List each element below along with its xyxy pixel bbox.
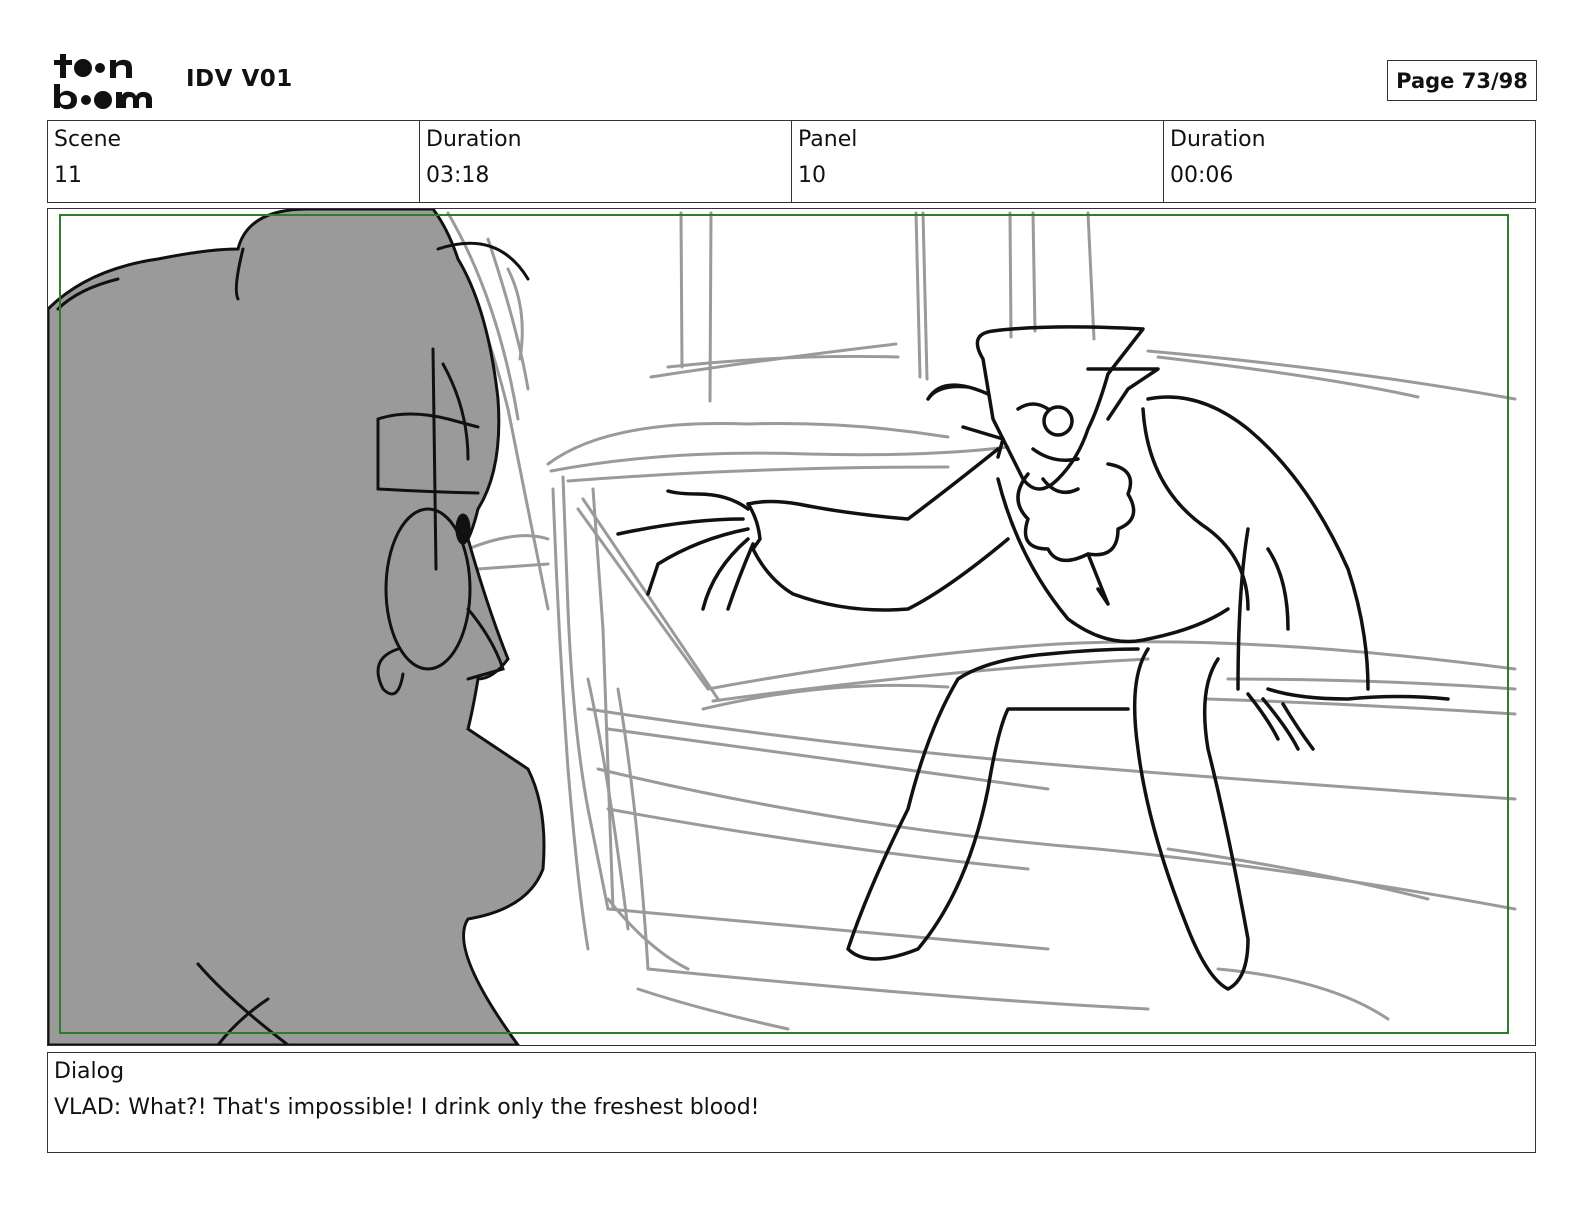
dialog-box: Dialog VLAD: What?! That's impossible! I… [47, 1052, 1536, 1153]
scene-cell: Scene 11 [48, 121, 420, 202]
panel-label: Panel [798, 127, 858, 152]
panel-duration-value: 00:06 [1170, 163, 1234, 188]
storyboard-panel-image [47, 208, 1536, 1046]
scene-duration-cell: Duration 03:18 [420, 121, 792, 202]
panel-duration-label: Duration [1170, 127, 1266, 152]
dialog-text: VLAD: What?! That's impossible! I drink … [54, 1095, 760, 1120]
project-title: IDV V01 [186, 66, 293, 92]
scene-duration-label: Duration [426, 127, 522, 152]
scene-duration-value: 03:18 [426, 163, 490, 188]
toon-boom-logo [50, 50, 165, 112]
page-indicator: Page 73/98 [1387, 60, 1537, 101]
panel-value: 10 [798, 163, 826, 188]
panel-duration-cell: Duration 00:06 [1164, 121, 1535, 202]
background-sketch [431, 211, 1517, 1031]
scene-value: 11 [54, 163, 82, 188]
panel-cell: Panel 10 [792, 121, 1164, 202]
dialog-label: Dialog [54, 1059, 125, 1084]
vlad-character-sketch [616, 325, 1450, 991]
scene-label: Scene [54, 127, 122, 152]
foreground-character [48, 209, 546, 1045]
scene-info-table: Scene 11 Duration 03:18 Panel 10 Duratio… [47, 120, 1536, 203]
